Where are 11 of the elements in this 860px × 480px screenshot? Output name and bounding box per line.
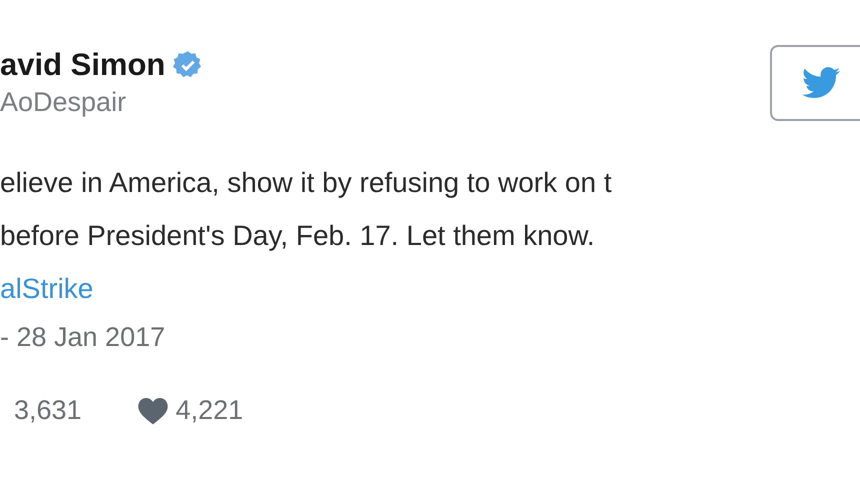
author-name: avid Simon	[0, 48, 166, 82]
tweet-timestamp: - 28 Jan 2017	[0, 322, 166, 352]
tweet-text-line: elieve in America, show it by refusing to work on t	[0, 166, 613, 200]
like-count: 4,221	[176, 396, 244, 426]
heart-icon[interactable]	[138, 398, 168, 425]
bird-icon	[802, 67, 840, 99]
author-handle: AoDespair	[0, 88, 128, 118]
retweet-count: 3,631	[14, 396, 82, 426]
follow-button[interactable]	[770, 45, 860, 121]
tweet-text-line: before President's Day, Feb. 17. Let them know.	[0, 218, 596, 253]
hashtag-link[interactable]: alStrike	[0, 262, 860, 315]
